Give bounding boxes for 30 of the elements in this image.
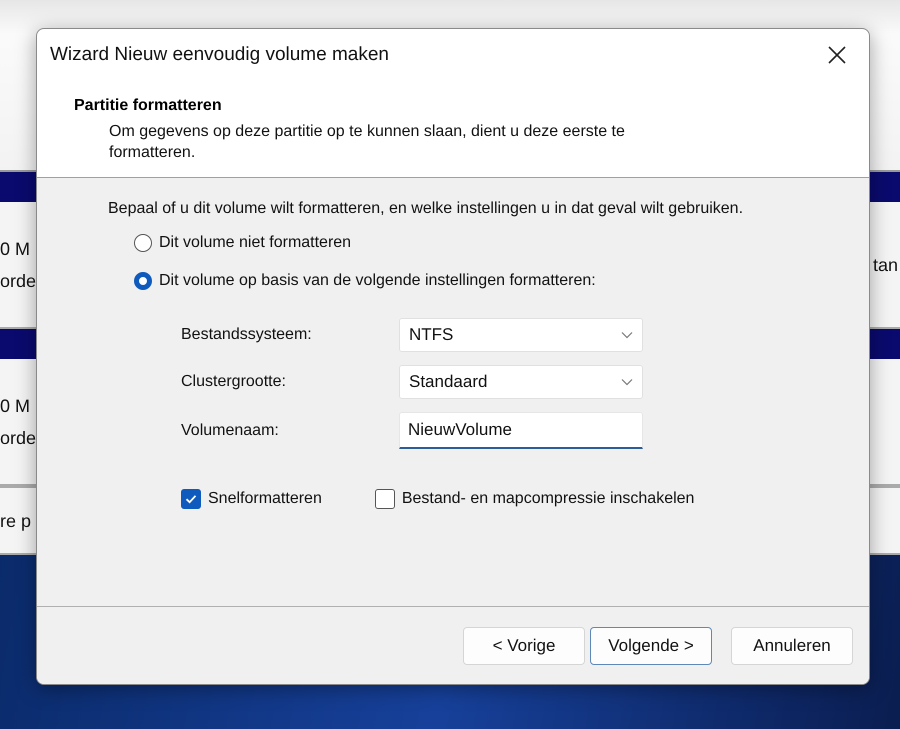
field-label: Volumenaam:: [181, 422, 279, 440]
dropdown[interactable]: Standaard: [399, 365, 643, 399]
partition-text: orde: [0, 270, 36, 292]
checkbox[interactable]: [374, 489, 395, 509]
wizard-button[interactable]: < Vorige: [463, 626, 585, 664]
wizard-button[interactable]: Annuleren: [731, 626, 853, 664]
field-label: Bestandssysteem:: [181, 326, 312, 344]
partition-text: 0 M: [0, 238, 32, 260]
window-title: Wizard Nieuw eenvoudig volume maken: [50, 44, 389, 66]
close-icon: [828, 46, 846, 64]
checkbox[interactable]: [181, 489, 201, 509]
field-label: Clustergrootte:: [181, 373, 286, 391]
section-description: Om gegevens op deze partitie op te kunnen slaan, dient u deze eerste te formatteren.: [109, 122, 626, 163]
partition-text: re p: [0, 510, 32, 532]
dropdown[interactable]: NTFS: [399, 318, 643, 352]
section-title: Partitie formatteren: [74, 97, 223, 115]
chevron-down-icon: [621, 378, 633, 386]
radio-button[interactable]: [134, 234, 152, 252]
partition-text: tan: [872, 254, 898, 276]
wizard-button[interactable]: Volgende >: [590, 626, 712, 664]
chevron-down-icon: [621, 331, 633, 339]
instruction-text: Bepaal of u dit volume wilt formatteren, en welke instellingen u in dat geval wilt gebruiken.: [108, 200, 744, 218]
text-field[interactable]: NieuwVolume: [399, 412, 643, 449]
checkbox-option[interactable]: Snelformatteren: [181, 489, 322, 509]
radio-button[interactable]: [134, 272, 152, 290]
radio-option[interactable]: Dit volume niet formatteren: [134, 234, 352, 252]
partition-text: 0 M: [0, 394, 32, 418]
partition-text: orde: [0, 426, 36, 450]
radio-option[interactable]: Dit volume op basis van de volgende instellingen formatteren:: [134, 272, 596, 290]
checkbox-option[interactable]: Bestand- en mapcompressie inschakelen: [374, 489, 694, 509]
